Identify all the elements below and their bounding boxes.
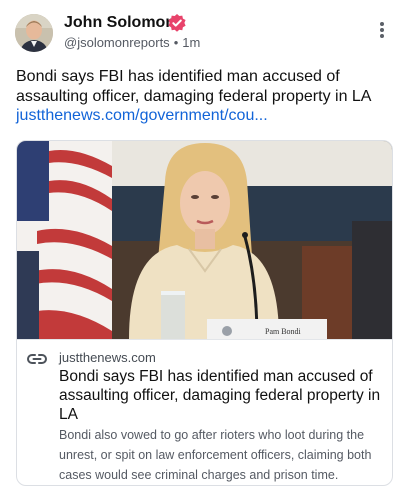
post-text: Bondi says FBI has identified man accuse… <box>16 68 372 105</box>
preview-domain: justthenews.com <box>59 350 156 365</box>
author-name[interactable]: John Solomon <box>64 14 175 32</box>
post-meta: @jsolomonreports • 1m <box>64 35 200 50</box>
post-card: John Solomon @jsolomonreports • 1m Bondi s… <box>0 0 409 500</box>
meta-separator: • <box>173 35 179 50</box>
author-handle[interactable]: @jsolomonreports <box>64 35 170 50</box>
post-time[interactable]: 1m <box>182 35 200 50</box>
more-options-icon[interactable] <box>374 22 390 42</box>
verified-badge-icon <box>168 14 186 32</box>
post-link[interactable]: justthenews.com/government/cou... <box>16 106 268 126</box>
author-avatar[interactable] <box>15 14 53 52</box>
nameplate-text: Pam Bondi <box>265 327 302 336</box>
preview-title[interactable]: Bondi says FBI has identified man accuse… <box>59 367 384 424</box>
preview-image[interactable]: Pam Bondi <box>17 141 392 339</box>
preview-description: Bondi also vowed to go after rioters who… <box>59 428 372 482</box>
link-preview-card[interactable]: Pam Bondi justthenews.com Bondi says FBI… <box>16 140 393 486</box>
preview-body: justthenews.com Bondi says FBI has ident… <box>17 339 392 485</box>
link-icon <box>27 354 47 364</box>
